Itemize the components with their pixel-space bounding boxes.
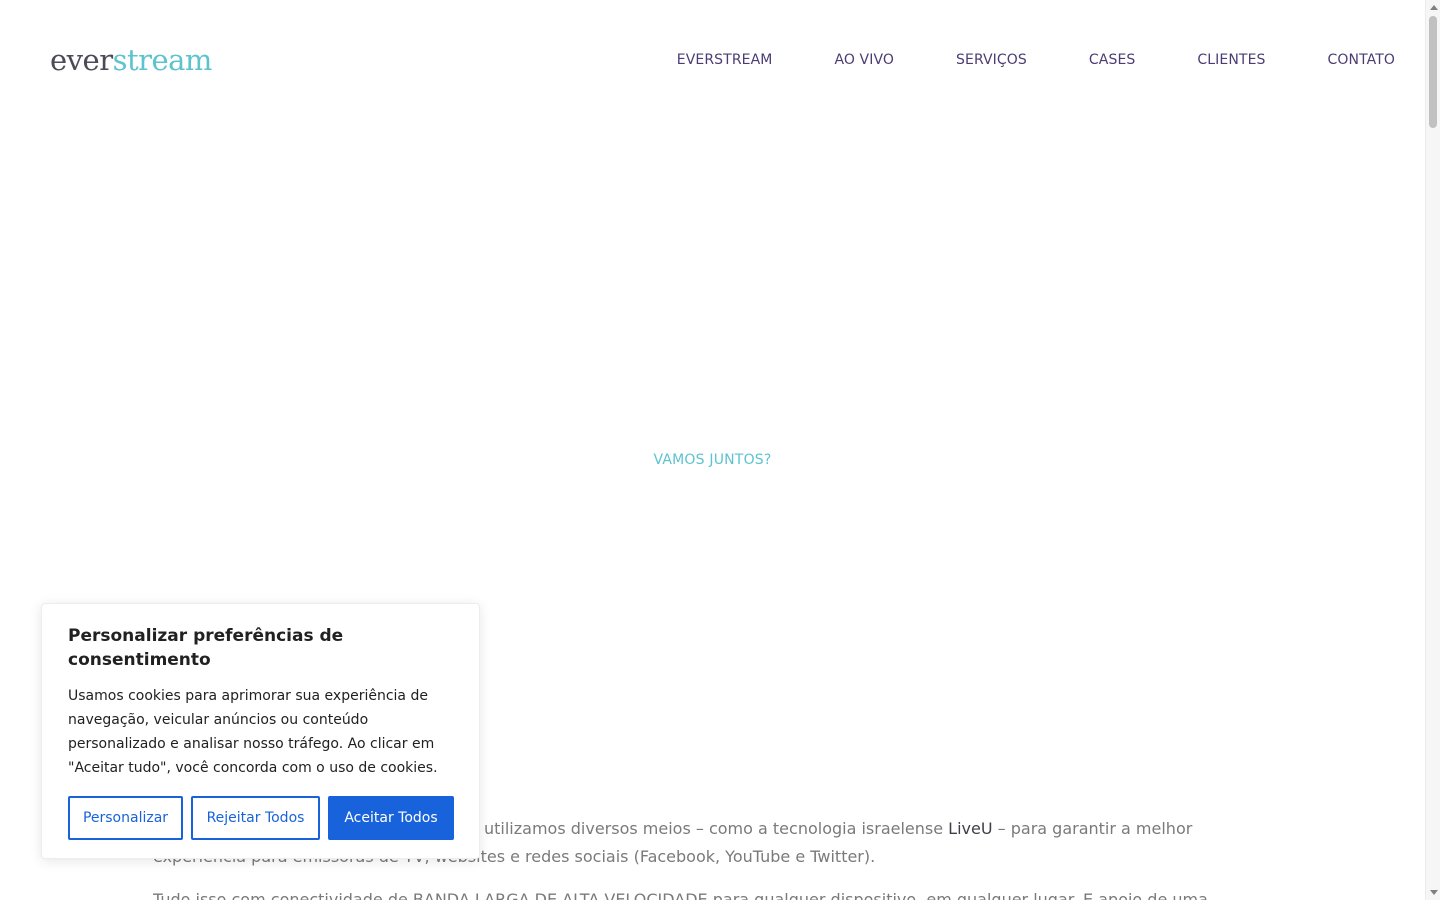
vamos-juntos-link[interactable]: VAMOS JUNTOS?	[653, 452, 771, 468]
scroll-down-arrow-icon[interactable]	[1430, 890, 1438, 895]
reject-all-button[interactable]: Rejeitar Todos	[191, 796, 320, 840]
customize-button[interactable]: Personalizar	[68, 796, 183, 840]
liveu-link[interactable]: LiveU	[948, 819, 992, 838]
content-paragraph-2: Tudo isso com conectividade de BANDA LAR…	[153, 890, 1208, 900]
hero-cta-container: VAMOS JUNTOS?	[0, 449, 1425, 468]
p1-text-start: utilizamos diversos meios – como a tecno…	[484, 819, 949, 838]
cookie-buttons: Personalizar Rejeitar Todos Aceitar Todo…	[68, 796, 454, 840]
cookie-consent-banner: Personalizar preferências de consentimen…	[41, 603, 480, 859]
logo-text-stream: stream	[112, 43, 213, 77]
page-scrollbar[interactable]	[1425, 0, 1440, 900]
nav-item-everstream[interactable]: EVERSTREAM	[677, 50, 773, 70]
nav-item-contato[interactable]: CONTATO	[1328, 50, 1396, 70]
nav-item-ao-vivo[interactable]: AO VIVO	[834, 50, 894, 70]
logo-text-ever: ever	[50, 43, 113, 77]
accept-all-button[interactable]: Aceitar Todos	[328, 796, 454, 840]
cookie-text: Usamos cookies para aprimorar sua experi…	[68, 688, 438, 776]
scroll-thumb[interactable]	[1429, 16, 1437, 128]
nav-item-clientes[interactable]: CLIENTES	[1197, 50, 1265, 70]
cookie-title: Personalizar preferências de consentimen…	[68, 626, 344, 670]
main-nav: EVERSTREAM AO VIVO SERVIÇOS CASES CLIENT…	[677, 50, 1395, 70]
scroll-up-arrow-icon[interactable]	[1430, 5, 1438, 10]
nav-item-cases[interactable]: CASES	[1089, 50, 1135, 70]
logo[interactable]: everstream	[50, 42, 212, 78]
nav-item-servicos[interactable]: SERVIÇOS	[956, 50, 1027, 70]
